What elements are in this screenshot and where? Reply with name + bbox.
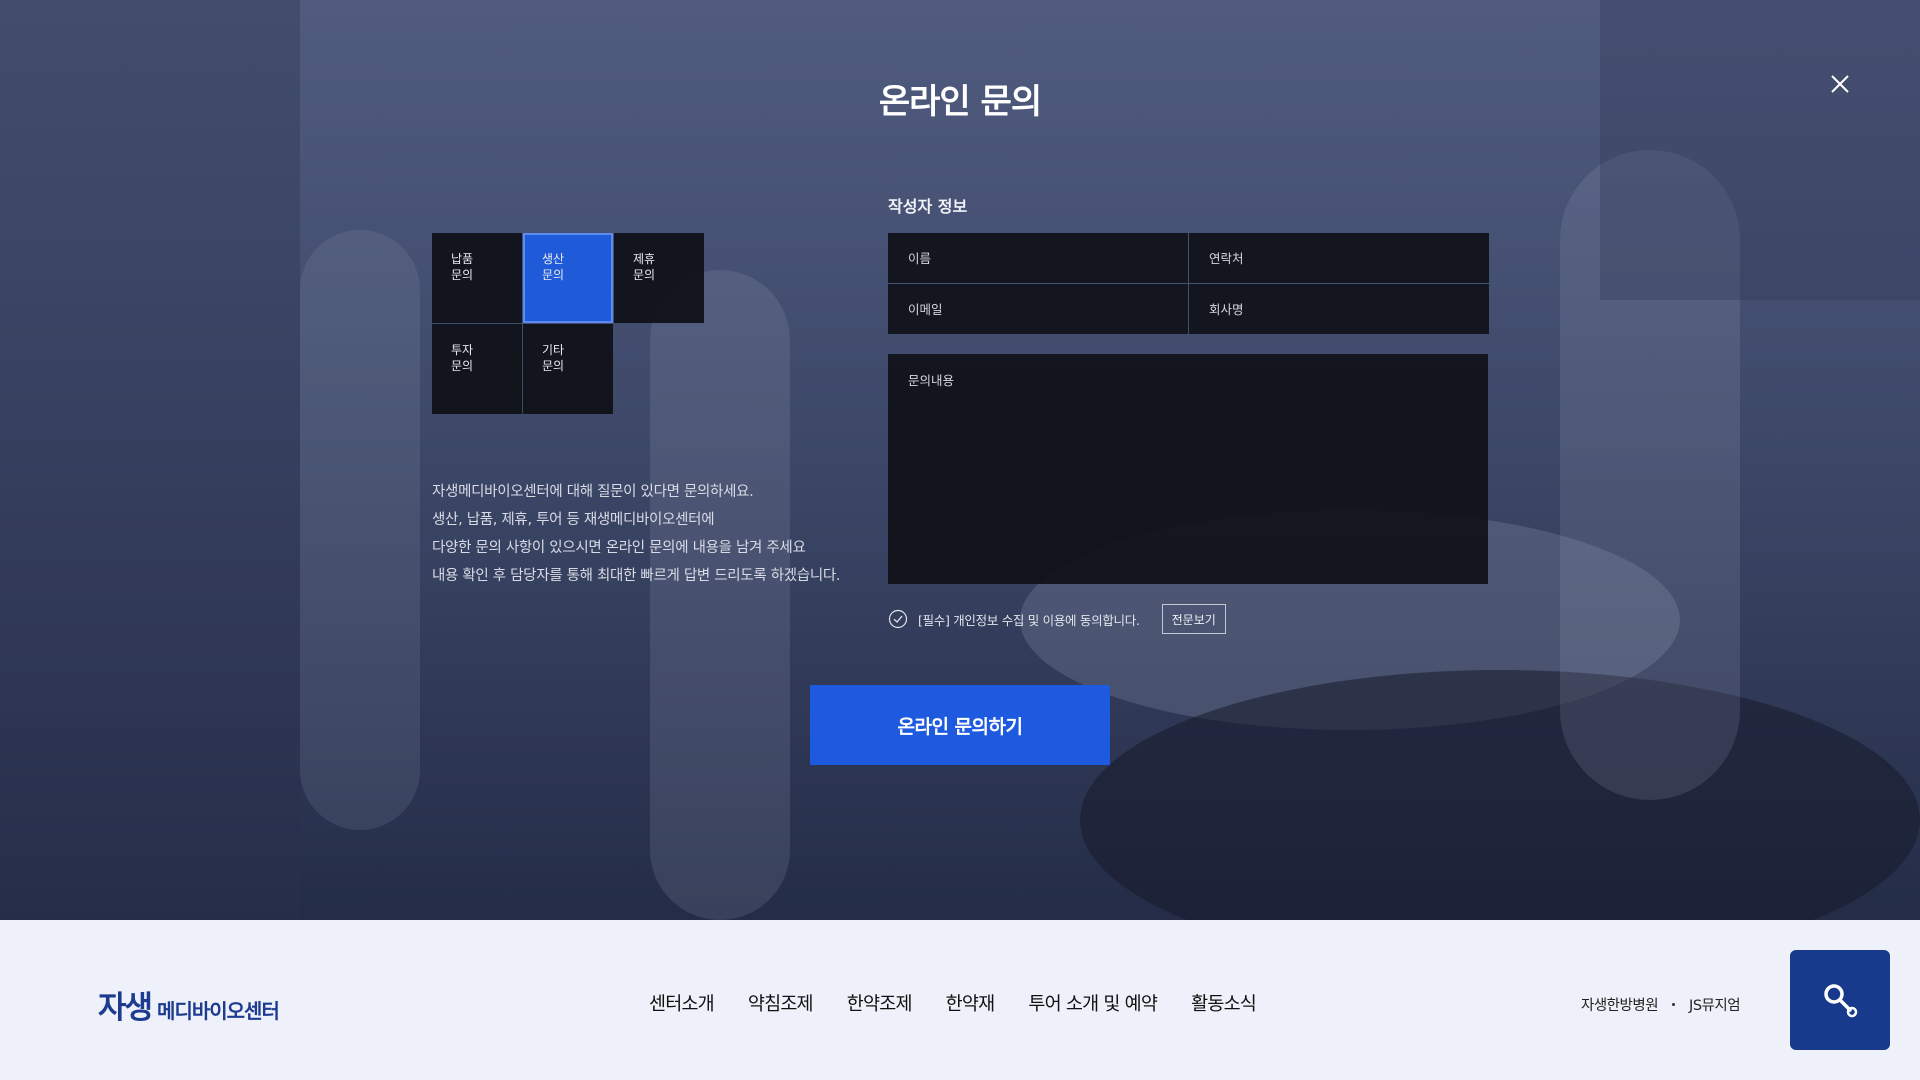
intro-line: 생산, 납품, 제휴, 투어 등 재생메디바이오센터에 <box>432 512 715 528</box>
family-link-museum[interactable]: JS뮤지엄 <box>1689 994 1741 1015</box>
email-input[interactable] <box>888 284 1188 334</box>
footer: 자생 메디바이오센터 센터소개 약침조제 한약조제 한약재 투어 소개 및 예약… <box>0 920 1920 1080</box>
privacy-agreement-label: [필수] 개인정보 수집 및 이용에 동의합니다. <box>918 612 1140 628</box>
submit-inquiry-button[interactable]: 온라인 문의하기 <box>810 685 1110 765</box>
nav-item-center-intro[interactable]: 센터소개 <box>649 990 715 1016</box>
logo-sub-text: 메디바이오센터 <box>157 999 280 1023</box>
message-textarea[interactable] <box>888 354 1488 584</box>
intro-text: 자생메디바이오센터에 대해 질문이 있다면 문의하세요. 생산, 납품, 제휴,… <box>432 478 872 590</box>
hero-background: 온라인 문의 납품 문의 생산 문의 제휴 문의 투자 문의 기타 문의 자생메… <box>0 0 1920 920</box>
category-delivery-inquiry[interactable]: 납품 문의 <box>432 233 522 323</box>
search-button[interactable] <box>1790 950 1890 1050</box>
category-partnership-inquiry[interactable]: 제휴 문의 <box>614 233 704 323</box>
site-logo[interactable]: 자생 메디바이오센터 <box>98 982 280 1027</box>
view-full-terms-button[interactable]: 전문보기 <box>1161 604 1226 634</box>
category-other-inquiry[interactable]: 기타 문의 <box>523 324 613 414</box>
category-investment-inquiry[interactable]: 투자 문의 <box>432 324 522 414</box>
nav-item-herbal-medicine[interactable]: 한약조제 <box>847 990 913 1016</box>
family-link-hospital[interactable]: 자생한방병원 <box>1581 994 1659 1015</box>
family-site-links: 자생한방병원 JS뮤지엄 <box>1581 994 1741 1015</box>
nav-item-herbal-materials[interactable]: 한약재 <box>946 990 995 1016</box>
privacy-agreement: [필수] 개인정보 수집 및 이용에 동의합니다. 전문보기 <box>888 604 1226 634</box>
nav-item-pharmacopuncture[interactable]: 약침조제 <box>748 990 814 1016</box>
nav-item-tour[interactable]: 투어 소개 및 예약 <box>1028 990 1158 1016</box>
page-title: 온라인 문의 <box>878 82 1042 122</box>
category-production-inquiry[interactable]: 생산 문의 <box>523 233 613 323</box>
writer-info-fields <box>888 233 1489 334</box>
writer-info-heading: 작성자 정보 <box>888 197 968 216</box>
intro-line: 다양한 문의 사항이 있으시면 온라인 문의에 내용을 남겨 주세요 <box>432 540 806 556</box>
phone-input[interactable] <box>1189 233 1489 283</box>
logo-main-text: 자생 <box>98 990 153 1026</box>
search-key-icon <box>1824 984 1858 1018</box>
inquiry-category-grid: 납품 문의 생산 문의 제휴 문의 투자 문의 기타 문의 <box>432 233 704 415</box>
footer-nav: 센터소개 약침조제 한약조제 한약재 투어 소개 및 예약 활동소식 <box>649 990 1257 1016</box>
name-input[interactable] <box>888 233 1188 283</box>
nav-item-news[interactable]: 활동소식 <box>1191 990 1257 1016</box>
intro-line: 자생메디바이오센터에 대해 질문이 있다면 문의하세요. <box>432 484 754 500</box>
check-circle-icon[interactable] <box>888 609 908 629</box>
company-input[interactable] <box>1189 284 1489 334</box>
intro-line: 내용 확인 후 담당자를 통해 최대한 빠르게 답변 드리도록 하겠습니다. <box>432 568 841 584</box>
separator-dot <box>1672 1003 1676 1006</box>
